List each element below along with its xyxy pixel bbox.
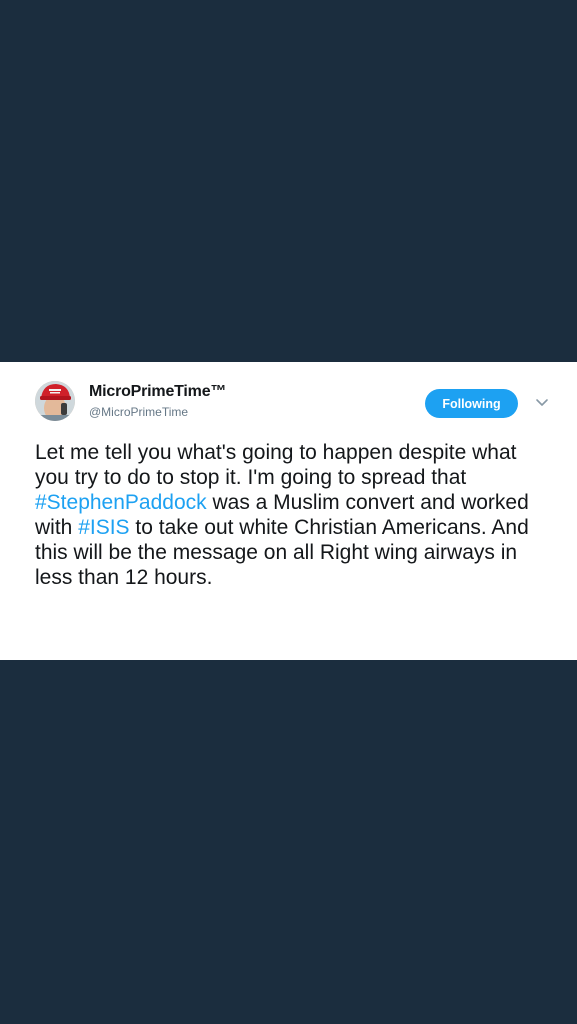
following-button[interactable]: Following bbox=[425, 389, 518, 418]
avatar[interactable] bbox=[35, 381, 75, 421]
tweet-text: Let me tell you what's going to happen d… bbox=[35, 440, 555, 590]
user-handle[interactable]: @MicroPrimeTime bbox=[89, 405, 188, 419]
avatar-image bbox=[35, 381, 75, 421]
hashtag-link-isis[interactable]: #ISIS bbox=[78, 516, 129, 539]
chevron-down-icon[interactable] bbox=[535, 398, 549, 408]
following-button-label: Following bbox=[442, 396, 501, 411]
hashtag-link-stephenpaddock[interactable]: #StephenPaddock bbox=[35, 491, 207, 514]
tweet-card: MicroPrimeTime™ @MicroPrimeTime Followin… bbox=[0, 362, 577, 660]
tweet-text-part: Let me tell you what's going to happen d… bbox=[35, 441, 517, 489]
display-name[interactable]: MicroPrimeTime™ bbox=[89, 383, 226, 401]
